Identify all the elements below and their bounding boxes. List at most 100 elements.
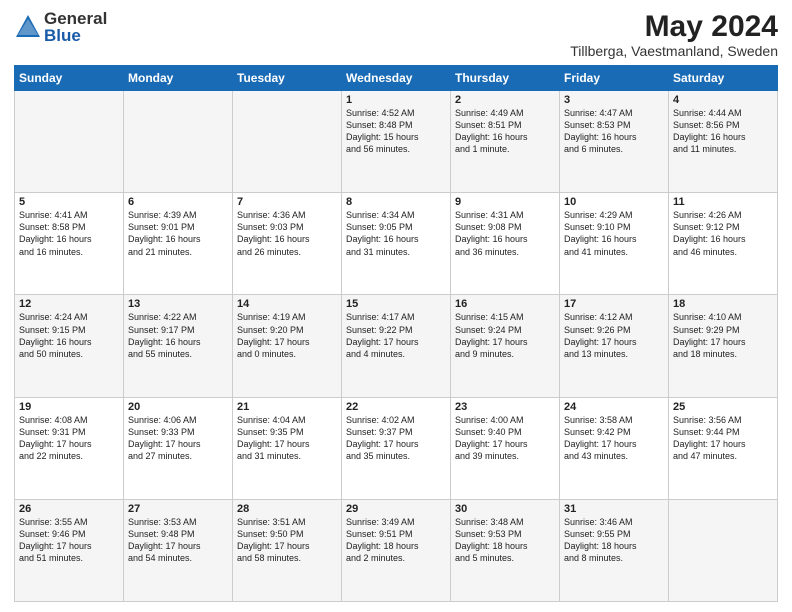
calendar-week-row: 26Sunrise: 3:55 AM Sunset: 9:46 PM Dayli… [15, 499, 778, 601]
day-header-sunday: Sunday [15, 66, 124, 91]
calendar-cell: 10Sunrise: 4:29 AM Sunset: 9:10 PM Dayli… [560, 193, 669, 295]
calendar-week-row: 1Sunrise: 4:52 AM Sunset: 8:48 PM Daylig… [15, 91, 778, 193]
page: General Blue May 2024 Tillberga, Vaestma… [0, 0, 792, 612]
calendar-table: SundayMondayTuesdayWednesdayThursdayFrid… [14, 65, 778, 602]
calendar-cell: 28Sunrise: 3:51 AM Sunset: 9:50 PM Dayli… [233, 499, 342, 601]
day-number: 29 [346, 503, 446, 515]
day-number: 4 [673, 94, 773, 106]
day-number: 8 [346, 196, 446, 208]
calendar-cell: 7Sunrise: 4:36 AM Sunset: 9:03 PM Daylig… [233, 193, 342, 295]
location: Tillberga, Vaestmanland, Sweden [570, 43, 778, 59]
day-number: 24 [564, 401, 664, 413]
day-info: Sunrise: 4:02 AM Sunset: 9:37 PM Dayligh… [346, 414, 446, 463]
day-number: 23 [455, 401, 555, 413]
calendar-cell: 5Sunrise: 4:41 AM Sunset: 8:58 PM Daylig… [15, 193, 124, 295]
day-info: Sunrise: 4:06 AM Sunset: 9:33 PM Dayligh… [128, 414, 228, 463]
day-info: Sunrise: 4:08 AM Sunset: 9:31 PM Dayligh… [19, 414, 119, 463]
day-info: Sunrise: 4:12 AM Sunset: 9:26 PM Dayligh… [564, 311, 664, 360]
calendar-cell: 12Sunrise: 4:24 AM Sunset: 9:15 PM Dayli… [15, 295, 124, 397]
day-info: Sunrise: 3:58 AM Sunset: 9:42 PM Dayligh… [564, 414, 664, 463]
calendar-cell: 9Sunrise: 4:31 AM Sunset: 9:08 PM Daylig… [451, 193, 560, 295]
day-number: 25 [673, 401, 773, 413]
calendar-cell: 13Sunrise: 4:22 AM Sunset: 9:17 PM Dayli… [124, 295, 233, 397]
day-info: Sunrise: 4:34 AM Sunset: 9:05 PM Dayligh… [346, 209, 446, 258]
day-number: 15 [346, 298, 446, 310]
calendar-cell: 8Sunrise: 4:34 AM Sunset: 9:05 PM Daylig… [342, 193, 451, 295]
calendar-cell: 2Sunrise: 4:49 AM Sunset: 8:51 PM Daylig… [451, 91, 560, 193]
day-info: Sunrise: 4:26 AM Sunset: 9:12 PM Dayligh… [673, 209, 773, 258]
day-number: 3 [564, 94, 664, 106]
day-info: Sunrise: 3:55 AM Sunset: 9:46 PM Dayligh… [19, 516, 119, 565]
calendar-cell: 19Sunrise: 4:08 AM Sunset: 9:31 PM Dayli… [15, 397, 124, 499]
day-info: Sunrise: 4:52 AM Sunset: 8:48 PM Dayligh… [346, 107, 446, 156]
calendar-cell [233, 91, 342, 193]
day-info: Sunrise: 4:29 AM Sunset: 9:10 PM Dayligh… [564, 209, 664, 258]
calendar-cell: 31Sunrise: 3:46 AM Sunset: 9:55 PM Dayli… [560, 499, 669, 601]
calendar-cell: 4Sunrise: 4:44 AM Sunset: 8:56 PM Daylig… [669, 91, 778, 193]
calendar-cell: 18Sunrise: 4:10 AM Sunset: 9:29 PM Dayli… [669, 295, 778, 397]
generalblue-icon [14, 13, 42, 41]
day-number: 6 [128, 196, 228, 208]
day-info: Sunrise: 4:31 AM Sunset: 9:08 PM Dayligh… [455, 209, 555, 258]
calendar-cell: 20Sunrise: 4:06 AM Sunset: 9:33 PM Dayli… [124, 397, 233, 499]
day-number: 11 [673, 196, 773, 208]
day-number: 2 [455, 94, 555, 106]
day-number: 5 [19, 196, 119, 208]
day-info: Sunrise: 4:10 AM Sunset: 9:29 PM Dayligh… [673, 311, 773, 360]
calendar-cell [15, 91, 124, 193]
calendar-cell: 15Sunrise: 4:17 AM Sunset: 9:22 PM Dayli… [342, 295, 451, 397]
day-number: 16 [455, 298, 555, 310]
calendar-cell [124, 91, 233, 193]
day-info: Sunrise: 4:15 AM Sunset: 9:24 PM Dayligh… [455, 311, 555, 360]
day-number: 27 [128, 503, 228, 515]
day-info: Sunrise: 4:39 AM Sunset: 9:01 PM Dayligh… [128, 209, 228, 258]
logo-text: General Blue [44, 10, 107, 44]
calendar-cell: 1Sunrise: 4:52 AM Sunset: 8:48 PM Daylig… [342, 91, 451, 193]
calendar-cell: 25Sunrise: 3:56 AM Sunset: 9:44 PM Dayli… [669, 397, 778, 499]
calendar-cell: 23Sunrise: 4:00 AM Sunset: 9:40 PM Dayli… [451, 397, 560, 499]
day-number: 31 [564, 503, 664, 515]
day-info: Sunrise: 4:36 AM Sunset: 9:03 PM Dayligh… [237, 209, 337, 258]
calendar-cell: 3Sunrise: 4:47 AM Sunset: 8:53 PM Daylig… [560, 91, 669, 193]
day-info: Sunrise: 4:19 AM Sunset: 9:20 PM Dayligh… [237, 311, 337, 360]
day-number: 12 [19, 298, 119, 310]
day-info: Sunrise: 3:53 AM Sunset: 9:48 PM Dayligh… [128, 516, 228, 565]
calendar-cell: 6Sunrise: 4:39 AM Sunset: 9:01 PM Daylig… [124, 193, 233, 295]
day-header-wednesday: Wednesday [342, 66, 451, 91]
day-info: Sunrise: 4:17 AM Sunset: 9:22 PM Dayligh… [346, 311, 446, 360]
day-info: Sunrise: 3:49 AM Sunset: 9:51 PM Dayligh… [346, 516, 446, 565]
calendar-cell: 16Sunrise: 4:15 AM Sunset: 9:24 PM Dayli… [451, 295, 560, 397]
header: General Blue May 2024 Tillberga, Vaestma… [14, 10, 778, 59]
day-info: Sunrise: 4:47 AM Sunset: 8:53 PM Dayligh… [564, 107, 664, 156]
day-number: 1 [346, 94, 446, 106]
day-info: Sunrise: 4:00 AM Sunset: 9:40 PM Dayligh… [455, 414, 555, 463]
day-number: 28 [237, 503, 337, 515]
day-number: 22 [346, 401, 446, 413]
day-number: 17 [564, 298, 664, 310]
calendar-cell: 11Sunrise: 4:26 AM Sunset: 9:12 PM Dayli… [669, 193, 778, 295]
calendar-week-row: 12Sunrise: 4:24 AM Sunset: 9:15 PM Dayli… [15, 295, 778, 397]
day-info: Sunrise: 4:24 AM Sunset: 9:15 PM Dayligh… [19, 311, 119, 360]
day-header-thursday: Thursday [451, 66, 560, 91]
logo-blue-label: Blue [44, 27, 107, 44]
day-number: 7 [237, 196, 337, 208]
day-number: 19 [19, 401, 119, 413]
calendar-cell: 14Sunrise: 4:19 AM Sunset: 9:20 PM Dayli… [233, 295, 342, 397]
day-info: Sunrise: 3:51 AM Sunset: 9:50 PM Dayligh… [237, 516, 337, 565]
day-number: 10 [564, 196, 664, 208]
day-info: Sunrise: 4:41 AM Sunset: 8:58 PM Dayligh… [19, 209, 119, 258]
day-info: Sunrise: 4:22 AM Sunset: 9:17 PM Dayligh… [128, 311, 228, 360]
day-info: Sunrise: 4:44 AM Sunset: 8:56 PM Dayligh… [673, 107, 773, 156]
calendar-cell: 26Sunrise: 3:55 AM Sunset: 9:46 PM Dayli… [15, 499, 124, 601]
day-number: 18 [673, 298, 773, 310]
day-number: 20 [128, 401, 228, 413]
calendar-cell [669, 499, 778, 601]
calendar-cell: 22Sunrise: 4:02 AM Sunset: 9:37 PM Dayli… [342, 397, 451, 499]
calendar-header-row: SundayMondayTuesdayWednesdayThursdayFrid… [15, 66, 778, 91]
logo: General Blue [14, 10, 107, 44]
day-header-saturday: Saturday [669, 66, 778, 91]
day-number: 26 [19, 503, 119, 515]
calendar-cell: 21Sunrise: 4:04 AM Sunset: 9:35 PM Dayli… [233, 397, 342, 499]
calendar-week-row: 5Sunrise: 4:41 AM Sunset: 8:58 PM Daylig… [15, 193, 778, 295]
calendar-cell: 30Sunrise: 3:48 AM Sunset: 9:53 PM Dayli… [451, 499, 560, 601]
